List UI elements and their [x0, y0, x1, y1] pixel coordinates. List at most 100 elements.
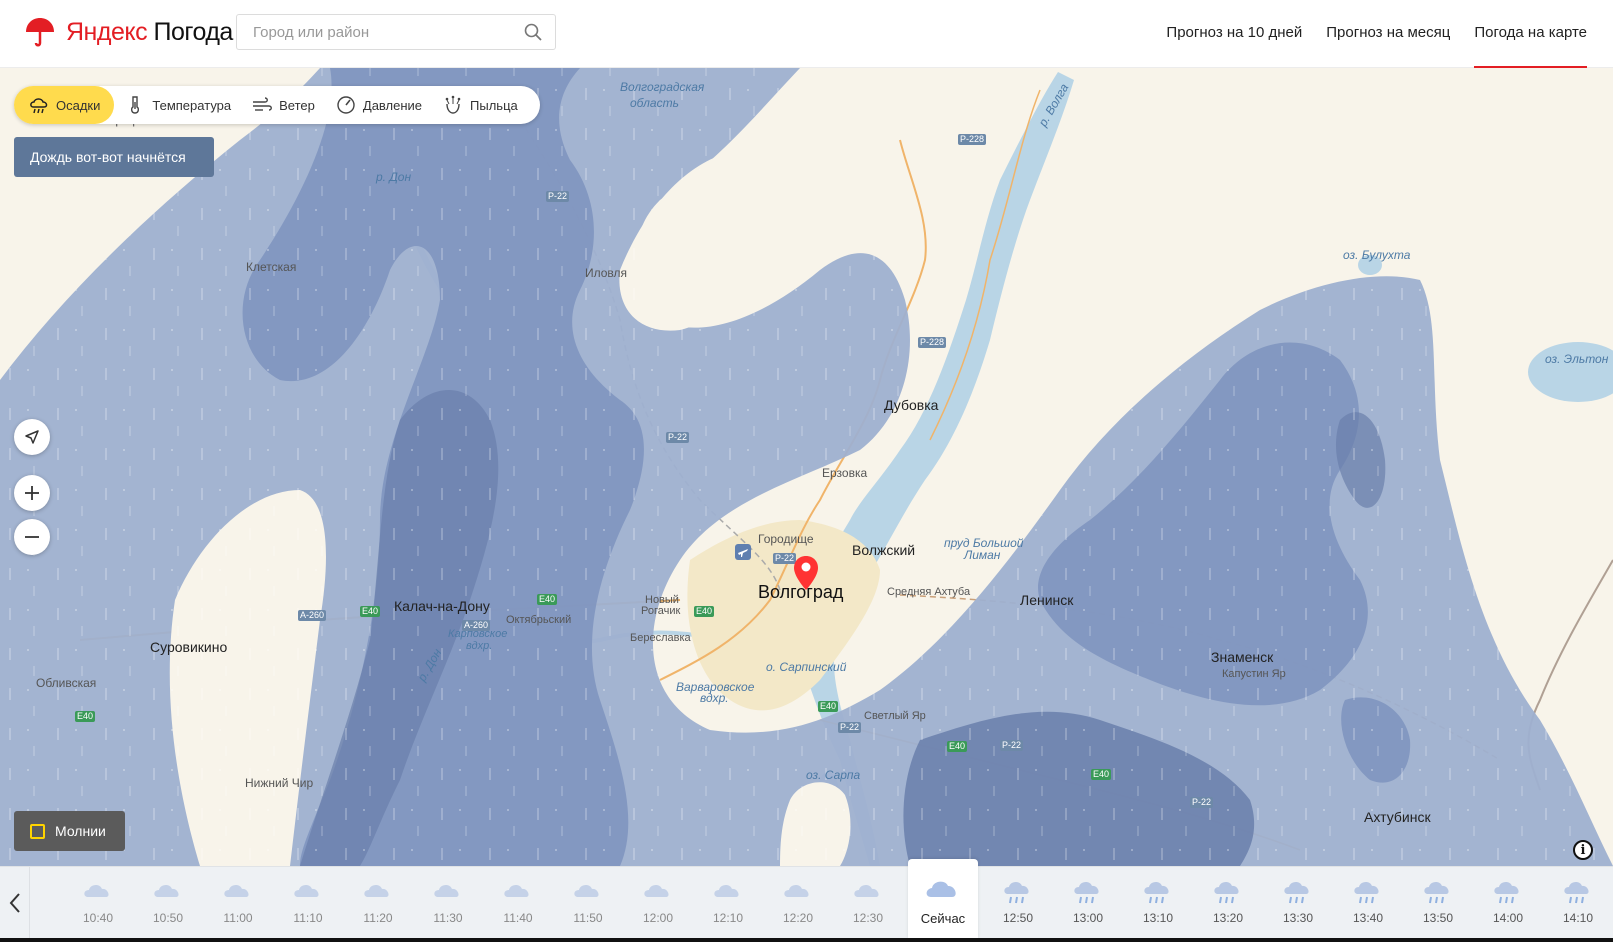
road-shield: А-260 [462, 620, 491, 631]
timeline-slot[interactable]: 12:20 [763, 867, 833, 939]
my-location-button[interactable] [14, 419, 50, 455]
plus-icon [25, 486, 39, 500]
timeline-time-label: 13:50 [1422, 911, 1454, 925]
layer-label: Пыльца [470, 97, 518, 113]
timeline-slot[interactable]: 11:50 [553, 867, 623, 939]
timeline-slot[interactable]: 12:30 [833, 867, 903, 939]
timeline-slot[interactable]: 10:50 [133, 867, 203, 939]
info-icon[interactable]: i [1573, 840, 1593, 860]
place-don-river-1: р. Дон [376, 170, 412, 184]
place-bolshoi-liman-2: Лиман [964, 548, 1001, 562]
location-pin-icon[interactable] [793, 555, 819, 591]
airport-icon [735, 544, 751, 560]
layer-precipitation[interactable]: Осадки [14, 86, 115, 124]
place-surovikino: Суровикино [150, 639, 228, 655]
nav-month-forecast[interactable]: Прогноз на месяц [1314, 0, 1462, 68]
road-shield: Р-22 [546, 191, 570, 202]
layer-label: Осадки [56, 97, 101, 113]
nav-10-day-forecast[interactable]: Прогноз на 10 дней [1154, 0, 1314, 68]
rain-cloud-icon [1004, 881, 1029, 904]
timeline-time-label: 11:00 [223, 911, 253, 925]
lightning-toggle[interactable]: Молнии [14, 811, 125, 851]
timeline-slot[interactable]: 11:30 [413, 867, 483, 939]
timeline-slot[interactable]: 13:20 [1193, 867, 1263, 939]
place-bulukhta: оз. Булухта [1343, 248, 1411, 262]
timeline-slot[interactable]: 13:00 [1053, 867, 1123, 939]
rain-cloud-icon [1074, 881, 1099, 904]
cloud-icon [294, 884, 319, 897]
timeline-prev-button[interactable] [0, 867, 30, 939]
rain-cloud-icon [1564, 881, 1589, 904]
timeline-time-label: 14:00 [1492, 911, 1524, 925]
cloud-icon [784, 884, 809, 897]
timeline-slot[interactable]: 13:40 [1333, 867, 1403, 939]
place-ilovlya: Иловля [585, 266, 628, 280]
nav-weather-map[interactable]: Погода на карте [1462, 0, 1599, 68]
timeline-slot[interactable]: 14:00 [1473, 867, 1543, 939]
road-shield: Е40 [1091, 769, 1112, 780]
minus-icon [25, 536, 39, 538]
place-kletskaya: Клетская [246, 260, 297, 274]
place-gorodishche: Городище [758, 532, 814, 546]
logo-brand: Яндекс [66, 17, 148, 46]
timeline-slot[interactable]: 11:10 [273, 867, 343, 939]
weather-map[interactable]: Серафимович Волгоградская область р. Дон… [0, 68, 1613, 866]
road-shield: Е40 [537, 594, 558, 605]
timeline-slot[interactable]: 13:30 [1263, 867, 1333, 939]
timeline-time-label: 10:50 [152, 911, 184, 925]
logo-product: Погода [153, 17, 234, 46]
zoom-out-button[interactable] [14, 519, 50, 555]
timeline-time-label: 13:30 [1282, 911, 1314, 925]
road-shield: Е40 [947, 741, 968, 752]
rain-cloud-icon [1424, 881, 1449, 904]
map-canvas [0, 68, 1613, 866]
chevron-left-icon [9, 893, 20, 913]
place-volzhsky: Волжский [852, 542, 916, 558]
layer-temperature[interactable]: Температура [114, 86, 241, 124]
layer-label: Давление [362, 97, 423, 113]
timeline-slot[interactable]: 10:40 [63, 867, 133, 939]
timeline-slot[interactable]: 13:50 [1403, 867, 1473, 939]
search-box [236, 14, 556, 50]
road-shield: Е40 [360, 606, 381, 617]
timeline-time-label: 13:00 [1072, 911, 1104, 925]
timeline-time-label: 12:00 [642, 911, 674, 925]
rain-cloud-icon [1214, 881, 1239, 904]
logo[interactable]: Яндекс Погода [24, 16, 233, 48]
rain-cloud-icon [1284, 881, 1309, 904]
lightning-label: Молнии [55, 823, 106, 839]
cloud-icon [714, 884, 739, 897]
place-novy-rogachik-2: Рогачик [641, 605, 681, 617]
timeline-slot[interactable]: 12:10 [693, 867, 763, 939]
timeline-slot-now[interactable]: Сейчас [908, 859, 978, 939]
layer-pressure[interactable]: Давление [325, 86, 432, 124]
cloud-icon [224, 884, 249, 897]
timeline-time-label: 12:30 [852, 911, 884, 925]
umbrella-logo-icon [26, 18, 54, 47]
layer-pollen[interactable]: Пыльца [432, 86, 528, 124]
layer-wind[interactable]: Ветер [241, 86, 325, 124]
rain-cloud-icon [30, 98, 48, 114]
timeline-time-label: 11:40 [503, 911, 533, 925]
search-input[interactable] [253, 23, 523, 41]
cloud-icon [84, 884, 109, 897]
timeline-slot[interactable]: 11:20 [343, 867, 413, 939]
timeline-time-label: 10:40 [82, 911, 114, 925]
rain-cloud-icon [1144, 881, 1169, 904]
timeline-slot[interactable]: 12:00 [623, 867, 693, 939]
layer-selector: Осадки Температура Ветер Давление Пыльца [14, 86, 540, 124]
cloud-icon [434, 884, 459, 897]
road-shield: Р-22 [1000, 740, 1024, 751]
timeline-slot[interactable]: 14:10 [1543, 867, 1613, 939]
road-shield: Е40 [694, 606, 715, 617]
timeline-slot[interactable]: 13:10 [1123, 867, 1193, 939]
timeline-slot[interactable]: 11:00 [203, 867, 273, 939]
cloud-icon [364, 884, 389, 897]
timeline-slot[interactable]: 11:40 [483, 867, 553, 939]
rain-cloud-icon [1494, 881, 1519, 904]
timeline-slot[interactable]: 12:50 [983, 867, 1053, 939]
lightning-checkbox[interactable] [30, 823, 45, 839]
zoom-in-button[interactable] [14, 475, 50, 511]
place-kalach: Калач-на-Дону [394, 598, 490, 614]
search-icon[interactable] [523, 22, 543, 42]
